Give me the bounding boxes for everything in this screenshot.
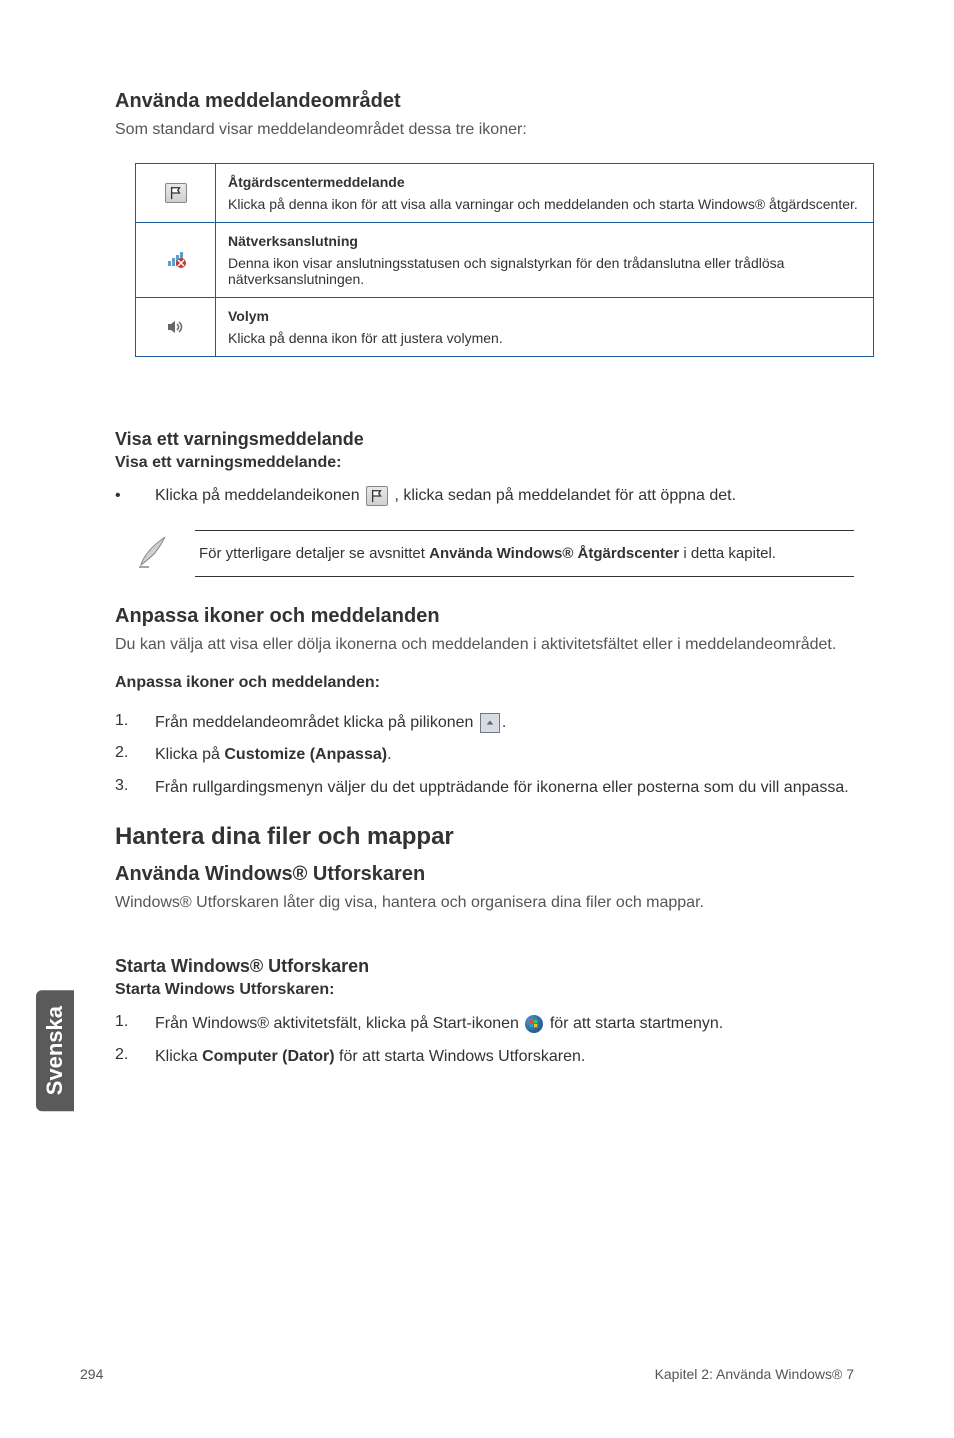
step-number: 3. <box>115 777 155 795</box>
network-icon <box>165 249 187 269</box>
list-item: 1. Från meddelandeområdet klicka på pili… <box>115 712 854 734</box>
note-box: För ytterligare detaljer se avsnittet An… <box>135 530 854 577</box>
network-icon-cell <box>136 223 216 298</box>
main2-title: Hantera dina filer och mappar <box>115 823 854 851</box>
step-text-after: för att starta startmenyn. <box>550 1015 723 1032</box>
section3-subtitle: Anpassa ikoner och meddelanden: <box>115 674 854 692</box>
page-number: 294 <box>80 1366 103 1382</box>
section3-steps: 1. Från meddelandeområdet klicka på pili… <box>115 712 854 799</box>
sub1-title: Använda Windows® Utforskaren <box>115 863 854 886</box>
row-text: Klicka på denna ikon för att visa alla v… <box>228 196 858 212</box>
step-number: 1. <box>115 712 155 730</box>
bullet-text-after: , klicka sedan på meddelandet för att öp… <box>394 487 736 504</box>
section2-title: Visa ett varningsmeddelande <box>115 429 854 450</box>
section1-intro: Som standard visar meddelandeområdet des… <box>115 121 854 139</box>
section1-title: Använda meddelandeområdet <box>115 90 854 113</box>
table-row: Åtgärdscentermeddelande Klicka på denna … <box>136 164 874 223</box>
table-row: Volym Klicka på denna ikon för att juste… <box>136 298 874 357</box>
sub1-intro: Windows® Utforskaren låter dig visa, han… <box>115 894 854 912</box>
section3-intro: Du kan välja att visa eller dölja ikoner… <box>115 636 854 654</box>
note-bold: Använda Windows® Åtgärdscenter <box>429 545 679 562</box>
sub2-subtitle: Starta Windows Utforskaren: <box>115 981 854 999</box>
bullet-marker: • <box>115 487 155 505</box>
note-text: För ytterligare detaljer se avsnittet An… <box>195 530 854 577</box>
row-heading: Nätverksanslutning <box>228 233 861 249</box>
bullet-item: • Klicka på meddelandeikonen , klicka se… <box>115 486 854 506</box>
chapter-label: Kapitel 2: Använda Windows® 7 <box>655 1366 854 1382</box>
flag-icon <box>165 183 187 203</box>
action-center-desc: Åtgärdscentermeddelande Klicka på denna … <box>216 164 874 223</box>
section2-subtitle: Visa ett varningsmeddelande: <box>115 454 854 472</box>
page-footer: 294 Kapitel 2: Använda Windows® 7 <box>80 1366 854 1382</box>
section3-title: Anpassa ikoner och meddelanden <box>115 605 854 628</box>
step-text-before: Klicka <box>155 1048 202 1065</box>
step-number: 1. <box>115 1013 155 1031</box>
step-text-before: Från meddelandeområdet klicka på pilikon… <box>155 714 478 731</box>
step-text-before: Från Windows® aktivitetsfält, klicka på … <box>155 1015 523 1032</box>
sidebar-language-tab: Svenska <box>36 990 74 1111</box>
row-text: Klicka på denna ikon för att justera vol… <box>228 330 503 346</box>
row-text: Denna ikon visar anslutningsstatusen och… <box>228 255 784 287</box>
sub2-title: Starta Windows® Utforskaren <box>115 956 854 977</box>
start-icon <box>525 1015 543 1033</box>
volume-icon-cell <box>136 298 216 357</box>
list-item: 2. Klicka Computer (Dator) för att start… <box>115 1046 854 1068</box>
page-content: Använda meddelandeområdet Som standard v… <box>0 0 954 1068</box>
note-after: i detta kapitel. <box>679 545 776 562</box>
arrow-up-icon <box>480 713 500 733</box>
action-center-icon-cell <box>136 164 216 223</box>
row-heading: Åtgärdscentermeddelande <box>228 174 861 190</box>
step-text-after: . <box>502 714 506 731</box>
step-text-after: . <box>387 746 391 763</box>
quill-icon <box>135 531 195 576</box>
step-text: Från rullgardingsmenyn väljer du det upp… <box>155 777 854 799</box>
step-text-before: Klicka på <box>155 746 224 763</box>
sub2-steps: 1. Från Windows® aktivitetsfält, klicka … <box>115 1013 854 1068</box>
step-bold: Customize (Anpassa) <box>224 746 387 763</box>
list-item: 3. Från rullgardingsmenyn väljer du det … <box>115 777 854 799</box>
row-heading: Volym <box>228 308 861 324</box>
note-before: För ytterligare detaljer se avsnittet <box>199 545 429 562</box>
flag-icon <box>366 486 388 506</box>
step-number: 2. <box>115 1046 155 1064</box>
volume-icon <box>165 317 187 337</box>
network-desc: Nätverksanslutning Denna ikon visar ansl… <box>216 223 874 298</box>
list-item: 1. Från Windows® aktivitetsfält, klicka … <box>115 1013 854 1035</box>
notification-icons-table: Åtgärdscentermeddelande Klicka på denna … <box>135 163 874 357</box>
bullet-text-before: Klicka på meddelandeikonen <box>155 487 364 504</box>
step-bold: Computer (Dator) <box>202 1048 334 1065</box>
step-number: 2. <box>115 744 155 762</box>
table-row: Nätverksanslutning Denna ikon visar ansl… <box>136 223 874 298</box>
step-text-after: för att starta Windows Utforskaren. <box>335 1048 586 1065</box>
list-item: 2. Klicka på Customize (Anpassa). <box>115 744 854 766</box>
volume-desc: Volym Klicka på denna ikon för att juste… <box>216 298 874 357</box>
